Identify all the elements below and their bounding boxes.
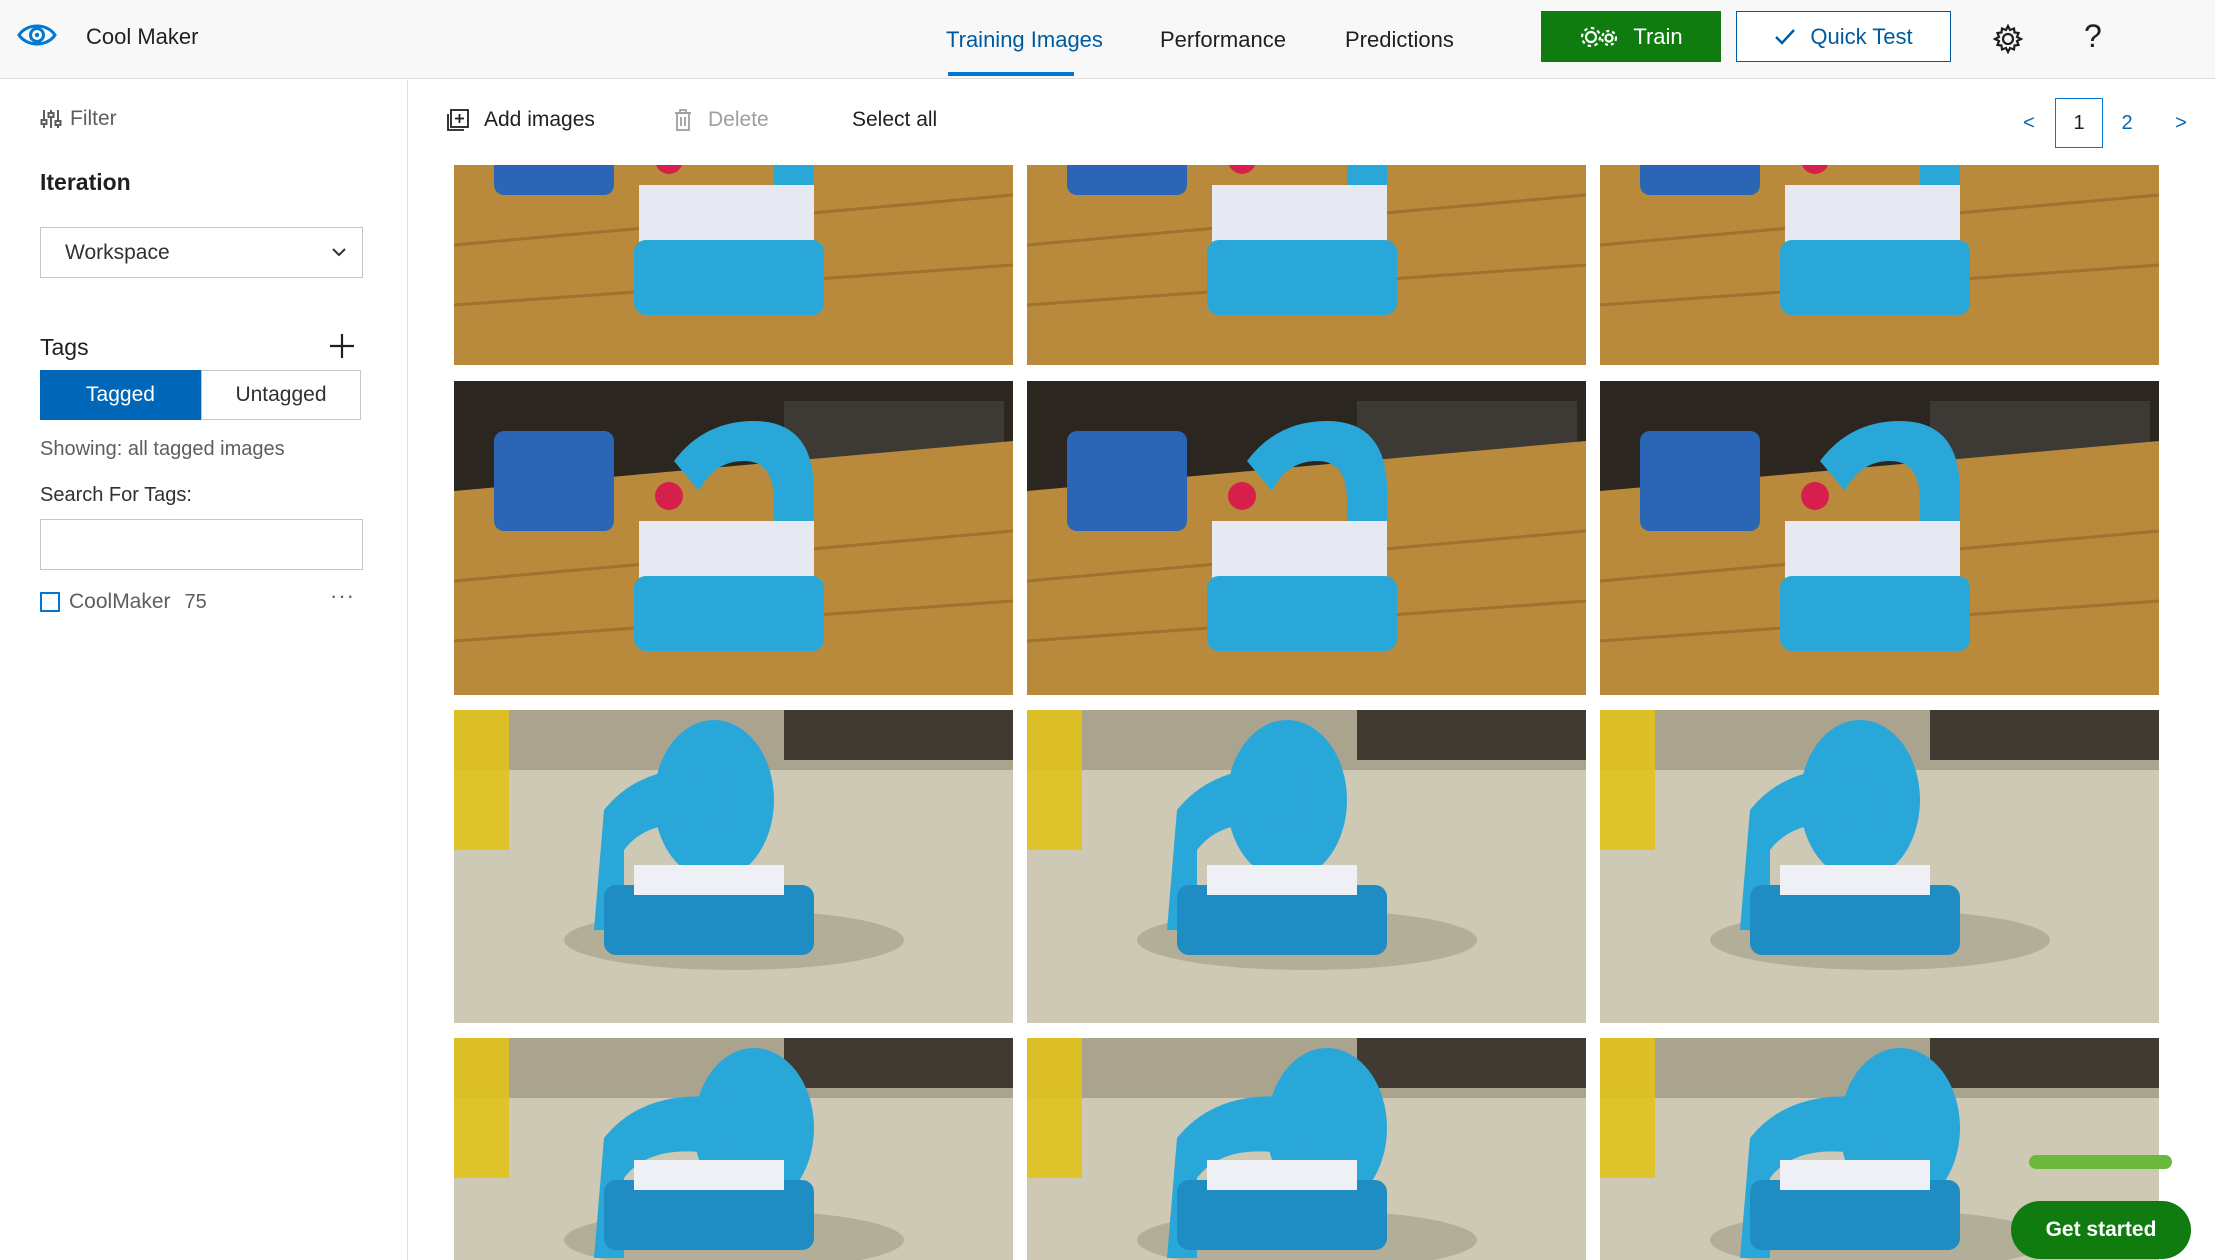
gears-icon (1581, 26, 1618, 47)
quick-test-button[interactable]: Quick Test (1736, 11, 1951, 62)
get-started-button[interactable]: Get started (2011, 1201, 2191, 1259)
sewing-machine-photo (454, 381, 1013, 695)
training-image-thumbnail[interactable] (1600, 165, 2159, 365)
training-image-thumbnail[interactable] (1027, 165, 1586, 365)
add-images-label: Add images (484, 108, 595, 131)
filter-label: Filter (70, 107, 117, 130)
sewing-machine-photo (1600, 165, 2159, 365)
training-image-thumbnail[interactable] (454, 1038, 1013, 1260)
train-button[interactable]: Train (1541, 11, 1721, 62)
tag-list-item[interactable]: CoolMaker 75 ··· (40, 583, 363, 617)
tag-name: CoolMaker (69, 590, 171, 613)
showing-status: Showing: all tagged images (40, 438, 285, 460)
active-tab-indicator (948, 72, 1074, 76)
tab-predictions[interactable]: Predictions (1345, 27, 1454, 53)
training-image-thumbnail[interactable] (1600, 381, 2159, 695)
sewing-machine-photo (454, 1038, 1013, 1260)
sewing-machine-photo (1027, 710, 1586, 1023)
training-image-thumbnail[interactable] (1027, 1038, 1586, 1260)
delete-label: Delete (708, 108, 769, 131)
search-tags-input[interactable] (40, 519, 363, 570)
sewing-machine-photo (1600, 381, 2159, 695)
iteration-selected-value: Workspace (65, 240, 170, 264)
sewing-machine-photo (1027, 1038, 1586, 1260)
sewing-machine-photo (1027, 165, 1586, 365)
training-image-thumbnail[interactable] (1600, 710, 2159, 1023)
chevron-down-icon (332, 248, 346, 257)
filter-sliders-icon (40, 110, 62, 128)
sewing-machine-photo (454, 710, 1013, 1023)
help-icon[interactable]: ? (2084, 18, 2102, 55)
top-bar: Cool Maker Training Images Performance P… (0, 0, 2215, 79)
sewing-machine-photo (1600, 710, 2159, 1023)
training-image-thumbnail[interactable] (454, 165, 1013, 365)
add-images-button[interactable]: Add images (446, 108, 595, 132)
tag-checkbox[interactable] (40, 592, 60, 612)
tag-count: 75 (184, 590, 207, 613)
app-title: Cool Maker (86, 24, 199, 49)
gear-icon[interactable] (1993, 24, 2023, 54)
eye-icon[interactable] (16, 18, 58, 52)
tagged-toggle[interactable]: Tagged (40, 370, 201, 420)
add-tag-icon[interactable] (328, 332, 356, 360)
page-button[interactable]: 2 (2112, 98, 2142, 148)
iteration-dropdown[interactable]: Workspace (40, 227, 363, 278)
search-tags-label: Search For Tags: (40, 484, 192, 506)
next-page-button[interactable]: > (2166, 98, 2196, 148)
quick-test-label: Quick Test (1810, 23, 1913, 49)
training-image-thumbnail[interactable] (454, 381, 1013, 695)
prev-page-button[interactable]: < (2014, 98, 2044, 148)
checkmark-icon (1775, 28, 1796, 45)
add-image-icon (447, 109, 469, 131)
training-image-thumbnail[interactable] (1027, 710, 1586, 1023)
page-button-current[interactable]: 1 (2055, 98, 2103, 148)
sewing-machine-photo (1027, 381, 1586, 695)
sewing-machine-photo (454, 165, 1013, 365)
tab-training-images[interactable]: Training Images (946, 27, 1103, 53)
select-all-label: Select all (852, 108, 938, 131)
untagged-toggle[interactable]: Untagged (201, 370, 361, 420)
trash-icon (675, 109, 691, 131)
tags-heading: Tags (40, 334, 89, 360)
onboarding-progress (2029, 1155, 2172, 1169)
delete-button[interactable]: Delete (672, 108, 769, 132)
select-all-button[interactable]: Select all (852, 108, 937, 132)
iteration-heading: Iteration (40, 169, 131, 195)
train-button-label: Train (1633, 23, 1683, 49)
training-image-thumbnail[interactable] (454, 710, 1013, 1023)
tab-performance[interactable]: Performance (1160, 27, 1286, 53)
more-options-icon[interactable]: ··· (330, 583, 355, 609)
sidebar: Filter Iteration Workspace Tags Tagged U… (0, 80, 408, 1260)
filter-button[interactable]: Filter (40, 107, 117, 131)
training-image-thumbnail[interactable] (1027, 381, 1586, 695)
